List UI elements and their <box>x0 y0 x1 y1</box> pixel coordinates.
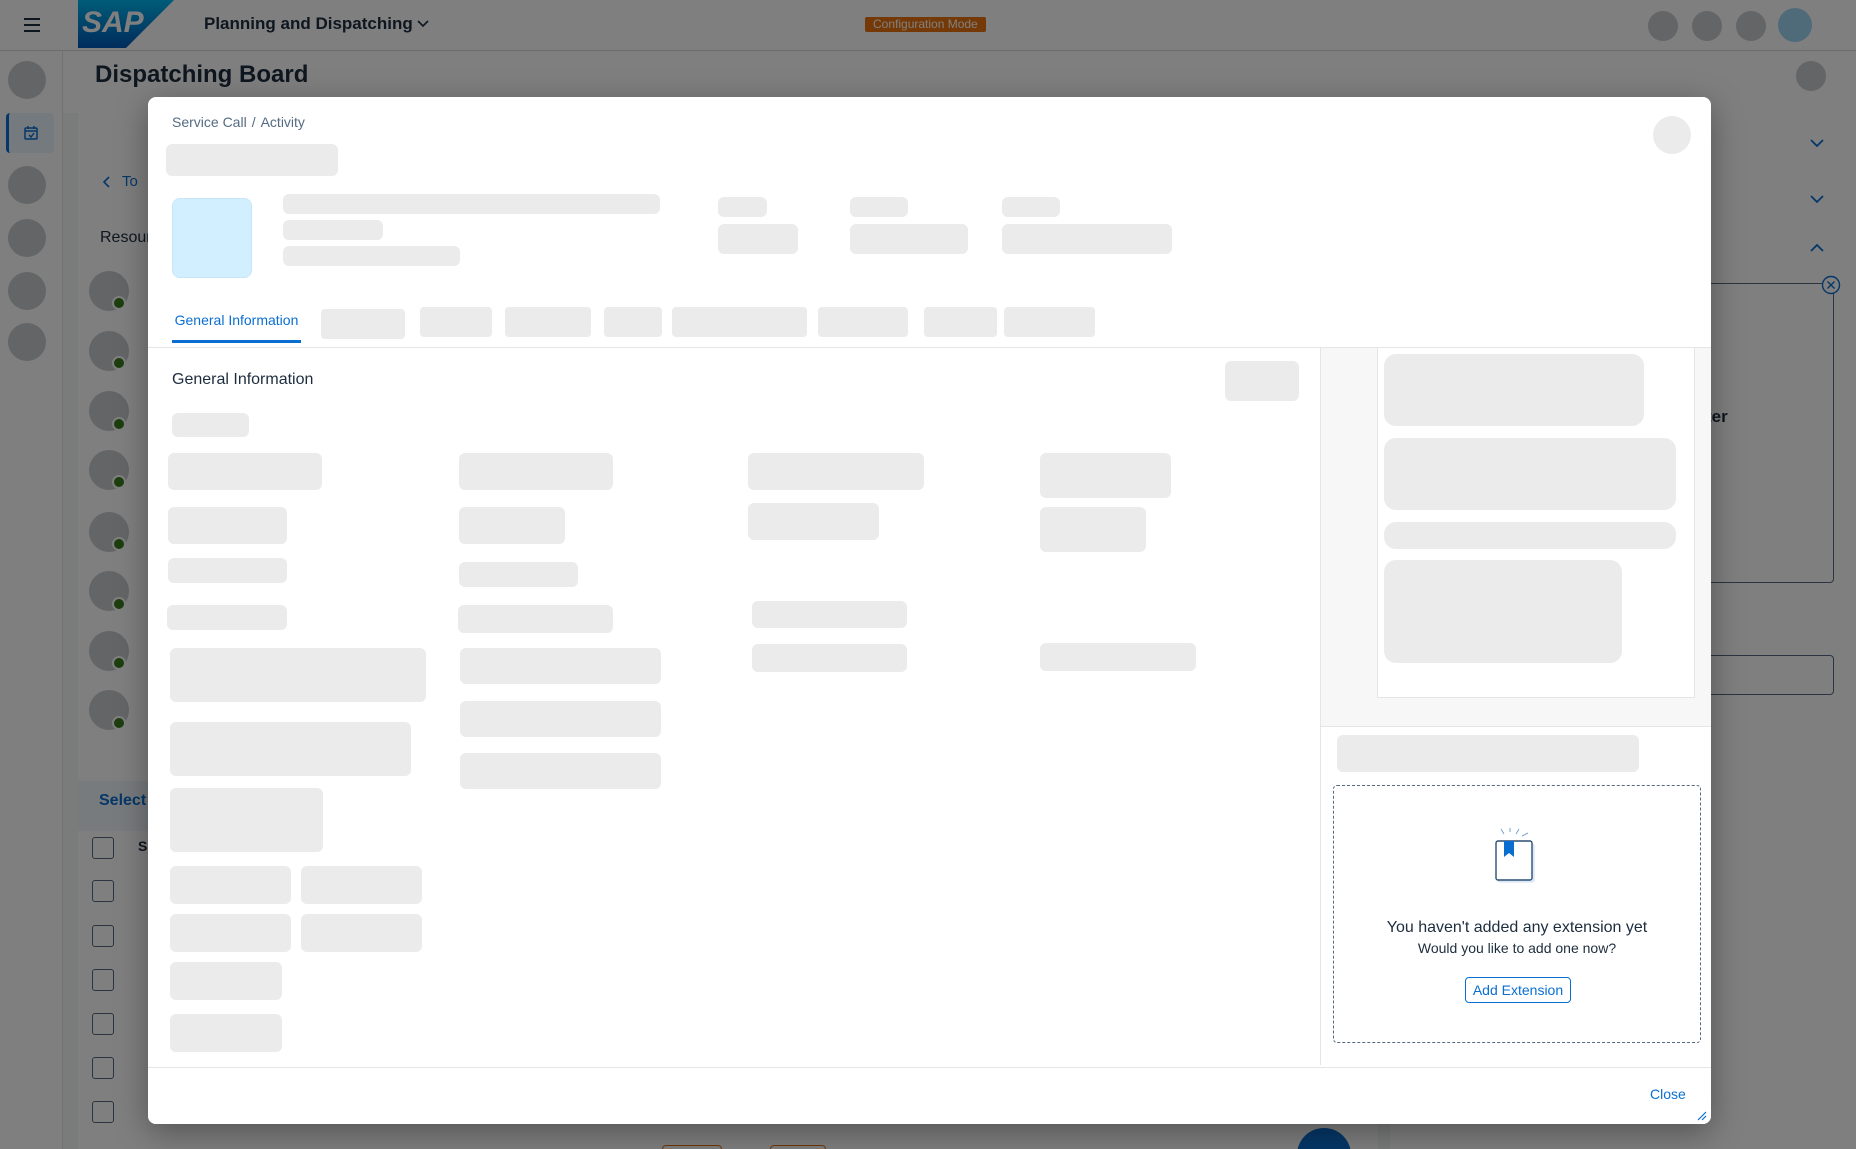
empty-state-subtitle: Would you like to add one now? <box>1417 940 1617 956</box>
attribute-value-placeholder <box>718 224 798 254</box>
tab-placeholder[interactable] <box>672 307 807 337</box>
field-placeholder <box>459 562 578 587</box>
field-placeholder <box>460 701 661 737</box>
field-placeholder <box>170 1014 282 1052</box>
field-placeholder <box>170 866 291 904</box>
field-placeholder <box>748 503 879 540</box>
group-title-placeholder <box>172 413 249 437</box>
field-placeholder <box>1040 507 1146 552</box>
card-placeholder <box>1384 522 1676 549</box>
card-placeholder <box>1384 354 1644 426</box>
field-placeholder <box>1040 643 1196 671</box>
sidebar-line-placeholder <box>1337 735 1639 772</box>
field-placeholder <box>168 453 322 490</box>
field-placeholder <box>752 601 907 628</box>
header-line-placeholder <box>283 220 383 240</box>
field-placeholder <box>459 507 565 544</box>
tab-placeholder[interactable] <box>1004 307 1095 337</box>
avatar-placeholder <box>172 198 252 278</box>
attribute-label-placeholder <box>1002 197 1060 217</box>
close-button[interactable]: Close <box>1650 1086 1686 1102</box>
tab-placeholder[interactable] <box>420 307 492 337</box>
field-placeholder <box>168 558 287 583</box>
field-placeholder <box>460 648 661 684</box>
header-line-placeholder <box>283 246 460 266</box>
tab-general-information[interactable]: General Information <box>172 305 301 343</box>
tab-placeholder[interactable] <box>505 307 591 337</box>
section-title: General Information <box>172 371 314 388</box>
field-placeholder <box>458 605 613 633</box>
breadcrumb-activity[interactable]: Activity <box>261 114 305 130</box>
tab-label: General Information <box>174 312 299 328</box>
sidebar-lower: You haven't added any extension yet Woul… <box>1321 726 1711 1065</box>
field-placeholder <box>752 644 907 672</box>
tab-placeholder[interactable] <box>924 307 997 337</box>
breadcrumb-service-call[interactable]: Service Call <box>172 114 247 130</box>
card-placeholder <box>1384 560 1622 663</box>
field-placeholder <box>301 866 422 904</box>
field-placeholder <box>170 914 291 952</box>
field-placeholder <box>1040 453 1171 498</box>
card-placeholder <box>1384 438 1676 510</box>
empty-state-title: You haven't added any extension yet <box>1386 919 1648 936</box>
resize-handle-icon[interactable] <box>1697 1111 1707 1121</box>
dialog-sidebar: You haven't added any extension yet Woul… <box>1320 348 1711 1065</box>
attribute-value-placeholder <box>850 224 968 254</box>
breadcrumb-separator: / <box>251 114 256 130</box>
field-placeholder <box>748 453 924 490</box>
field-placeholder <box>301 914 422 952</box>
field-placeholder <box>459 453 613 490</box>
breadcrumb: Service Call / Activity <box>172 114 305 130</box>
field-placeholder <box>170 788 323 852</box>
field-placeholder <box>170 962 282 1000</box>
field-placeholder <box>460 753 661 789</box>
activity-dialog: Service Call / Activity General Informat… <box>148 97 1711 1124</box>
bookmark-document-icon <box>1490 828 1540 884</box>
tab-placeholder[interactable] <box>321 309 405 339</box>
dialog-footer: Close <box>148 1067 1711 1124</box>
attribute-label-placeholder <box>850 197 908 217</box>
header-action-placeholder[interactable] <box>1653 116 1691 154</box>
tab-placeholder[interactable] <box>604 307 662 337</box>
field-placeholder <box>167 605 287 630</box>
field-placeholder <box>168 507 287 544</box>
tab-placeholder[interactable] <box>818 307 908 337</box>
title-placeholder <box>166 144 338 176</box>
attribute-label-placeholder <box>718 197 767 217</box>
add-extension-button[interactable]: Add Extension <box>1465 977 1571 1003</box>
attribute-value-placeholder <box>1002 224 1172 254</box>
field-placeholder <box>170 722 411 776</box>
extension-empty-state: You haven't added any extension yet Woul… <box>1333 785 1701 1043</box>
sidebar-card <box>1377 348 1695 698</box>
field-placeholder <box>170 648 426 702</box>
header-line-placeholder <box>283 194 660 214</box>
section-action-placeholder[interactable] <box>1225 361 1299 401</box>
